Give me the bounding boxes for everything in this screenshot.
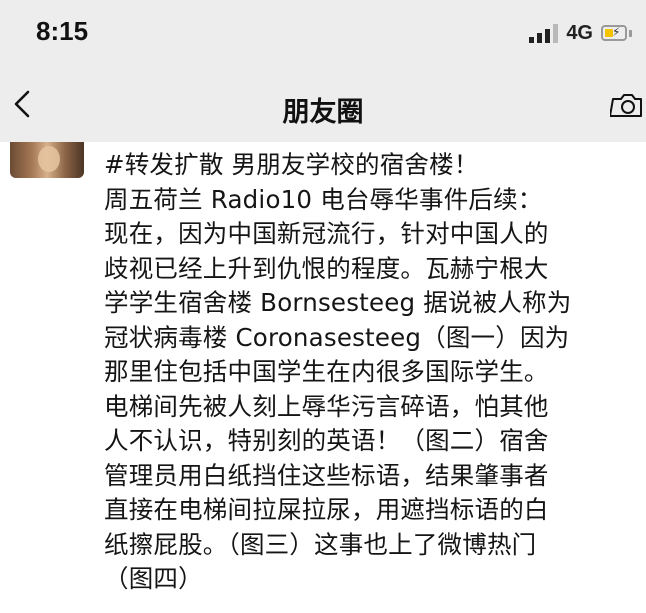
camera-icon[interactable]	[610, 90, 644, 120]
post-line: 直接在电梯间拉屎拉尿，用遮挡标语的白	[104, 495, 549, 524]
post-line: 冠状病毒楼 Coronasesteeg（图一）因为	[104, 322, 570, 352]
post-text: #转发扩散 男朋友学校的宿舍楼！ 周五荷兰 Radio10 电台辱华事件后续： 现在…	[104, 148, 640, 597]
post-line: 管理员用白纸挡住这些标语，结果肇事者	[104, 460, 549, 490]
moments-feed: #转发扩散 男朋友学校的宿舍楼！ 周五荷兰 Radio10 电台辱华事件后续： 现在…	[0, 142, 646, 613]
status-bar: 8:15 4G ⚡	[0, 0, 646, 70]
post-line: 纸擦屁股。（图三）这事也上了微博热门	[104, 529, 537, 559]
battery-tip	[629, 29, 632, 37]
post-line: 学学生宿舍楼 Bornsesteeg 据说被人称为	[104, 288, 572, 317]
post-line: #转发扩散 男朋友学校的宿舍楼！	[104, 150, 479, 179]
page-title: 朋友圈	[282, 97, 364, 128]
post-line: 那里住包括中国学生在内很多国际学生。	[104, 357, 549, 386]
post-line: 人不认识，特别刻的英语！（图二）宿舍	[104, 426, 549, 455]
status-indicators: 4G ⚡	[529, 20, 632, 46]
user-avatar[interactable]	[10, 142, 84, 178]
post-line: 周五荷兰 Radio10 电台辱华事件后续：	[104, 184, 543, 214]
post-line: 歧视已经上升到仇恨的程度。瓦赫宁根大	[104, 253, 549, 283]
battery-charging-icon: ⚡	[601, 25, 627, 41]
post-line: （图四）	[104, 564, 203, 593]
post-line: 电梯间先被人刻上辱华污言碎语，怕其他	[104, 391, 549, 421]
network-type-label: 4G	[566, 21, 593, 44]
signal-icon	[529, 23, 559, 43]
nav-bar: 朋友圈	[0, 70, 646, 142]
post-line: 现在，因为中国新冠流行，针对中国人的	[104, 219, 549, 248]
status-time: 8:15	[36, 16, 89, 46]
